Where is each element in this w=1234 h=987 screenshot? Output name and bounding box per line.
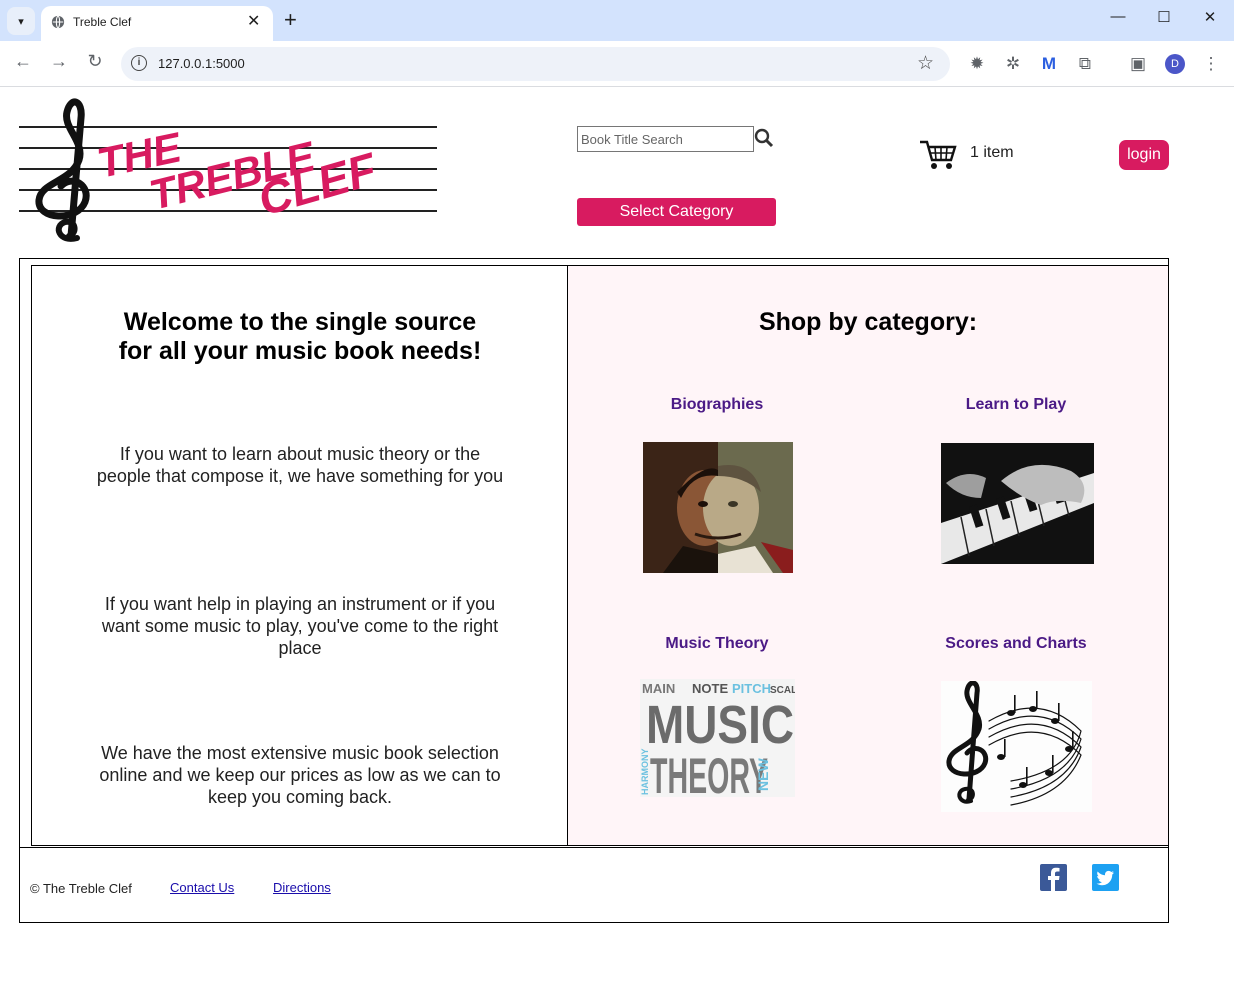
globe-icon [51, 15, 65, 29]
profile-avatar[interactable]: D [1165, 54, 1185, 74]
minimize-icon[interactable]: — [1106, 8, 1130, 25]
extension-gear-icon[interactable]: ✹ [966, 53, 988, 75]
copyright-text: © The Treble Clef [30, 881, 132, 896]
svg-text:NOTE: NOTE [692, 681, 728, 696]
select-category-button[interactable]: Select Category [577, 198, 776, 226]
svg-text:MUSIC: MUSIC [646, 695, 794, 755]
browser-toolbar: ← → ↻ i 127.0.0.1:5000 ☆ ✹ ✲ M ⧉ ▣ D ⋮ [0, 41, 1234, 87]
facebook-icon[interactable] [1040, 864, 1067, 891]
page: THE TREBLE CLEF Select Category 1 item l… [0, 88, 1234, 987]
tab-title: Treble Clef [73, 15, 132, 29]
footer: © The Treble Clef Contact Us Directions [20, 847, 1168, 923]
svg-text:MAIN: MAIN [642, 681, 675, 696]
forward-icon[interactable]: → [47, 51, 71, 72]
cart-item-count[interactable]: 1 item [970, 144, 1014, 162]
treble-clef-logo[interactable]: THE TREBLE CLEF [19, 98, 439, 248]
scores-and-charts-image[interactable] [941, 681, 1092, 812]
extension-bug-icon[interactable]: ✲ [1002, 53, 1024, 75]
login-button[interactable]: login [1119, 140, 1169, 170]
welcome-heading-line1: Welcome to the single source [123, 308, 477, 336]
svg-text:HARMONY: HARMONY [640, 749, 650, 796]
browser-tab-bar: ▾ Treble Clef ✕ + — ☐ ✕ [0, 0, 1234, 41]
back-icon[interactable]: ← [11, 51, 35, 72]
learn-to-play-image[interactable] [941, 443, 1094, 564]
svg-text:NEW: NEW [755, 758, 771, 791]
category-link-learn-to-play[interactable]: Learn to Play [886, 396, 1146, 414]
maximize-icon[interactable]: ☐ [1152, 8, 1176, 26]
welcome-panel: Welcome to the single source for all you… [31, 265, 567, 846]
intro-paragraph-selection: We have the most extensive music book se… [99, 743, 501, 807]
welcome-heading-line2: for all your music book needs! [118, 337, 482, 365]
side-panel-icon[interactable]: ▣ [1127, 53, 1149, 75]
site-info-icon[interactable]: i [131, 55, 147, 71]
close-tab-icon[interactable]: ✕ [247, 11, 260, 31]
welcome-heading: Welcome to the single source for all you… [32, 308, 568, 366]
treble-clef-icon [35, 98, 90, 242]
svg-text:PITCH: PITCH [732, 681, 771, 696]
svg-text:THEORY: THEORY [650, 748, 768, 797]
shopping-cart-icon[interactable] [919, 138, 957, 172]
book-title-search-input[interactable] [577, 126, 754, 152]
reload-icon[interactable]: ↻ [83, 51, 107, 72]
shop-title: Shop by category: [758, 308, 978, 336]
music-theory-image[interactable]: MAIN NOTE PITCH SCALE MUSIC THEORY NEW H… [640, 679, 795, 797]
shop-by-category-panel: Shop by category: Biographies Learn to P… [567, 265, 1169, 846]
category-link-scores-and-charts[interactable]: Scores and Charts [886, 635, 1146, 653]
biographies-image[interactable] [643, 442, 793, 573]
search-icon[interactable] [754, 128, 774, 148]
close-window-icon[interactable]: ✕ [1198, 8, 1222, 26]
extension-m-icon[interactable]: M [1038, 53, 1060, 75]
tab-search-button[interactable]: ▾ [7, 7, 35, 35]
main-content-box: Welcome to the single source for all you… [19, 258, 1169, 923]
intro-paragraph-instrument: If you want help in playing an instrumen… [101, 594, 499, 658]
bookmark-star-icon[interactable]: ☆ [917, 52, 934, 75]
new-tab-icon[interactable]: + [284, 8, 297, 32]
contact-us-link[interactable]: Contact Us [170, 880, 234, 895]
intro-paragraph-theory: If you want to learn about music theory … [96, 444, 504, 486]
address-bar[interactable]: i 127.0.0.1:5000 ☆ [121, 47, 950, 81]
category-link-music-theory[interactable]: Music Theory [587, 635, 847, 653]
more-menu-icon[interactable]: ⋮ [1200, 53, 1222, 75]
url-text[interactable]: 127.0.0.1:5000 [158, 56, 245, 71]
browser-tab[interactable]: Treble Clef ✕ [41, 6, 273, 41]
twitter-icon[interactable] [1092, 864, 1119, 891]
extensions-puzzle-icon[interactable]: ⧉ [1074, 53, 1096, 75]
category-link-biographies[interactable]: Biographies [587, 396, 847, 414]
directions-link[interactable]: Directions [273, 880, 331, 895]
